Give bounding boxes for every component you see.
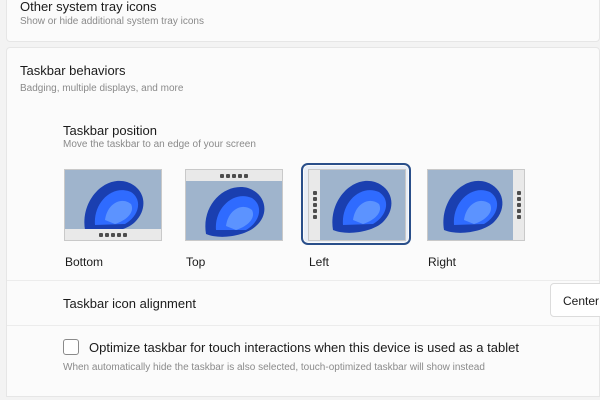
wallpaper-bloom-icon — [332, 180, 392, 233]
position-option-left-label: Left — [309, 255, 330, 269]
position-preview — [308, 169, 406, 241]
divider — [7, 325, 599, 326]
wallpaper-bloom-icon — [443, 180, 503, 233]
position-option-bottom[interactable] — [60, 166, 164, 242]
position-option-top-label: Top — [186, 255, 206, 269]
divider — [7, 280, 599, 281]
taskbar-position-title: Taskbar position — [63, 123, 157, 138]
touch-optimize-subtitle: When automatically hide the taskbar is a… — [63, 362, 485, 373]
position-option-left[interactable] — [301, 163, 411, 245]
touch-optimize-checkbox[interactable] — [63, 339, 79, 355]
other-system-tray-icons-row[interactable]: Other system tray icons Show or hide add… — [6, 0, 600, 42]
taskbar-alignment-dropdown[interactable]: Center — [550, 283, 600, 317]
position-preview — [427, 169, 525, 241]
taskbar-icon-alignment-label: Taskbar icon alignment — [63, 296, 196, 311]
taskbar-behaviors-panel: Taskbar position Move the taskbar to an … — [6, 106, 600, 397]
position-option-right-label: Right — [428, 255, 457, 269]
position-option-right[interactable] — [423, 166, 527, 242]
behaviors-title: Taskbar behaviors — [20, 63, 126, 78]
taskbar-behaviors-header[interactable]: Taskbar behaviors Badging, multiple disp… — [6, 47, 600, 107]
tray-title: Other system tray icons — [20, 0, 157, 14]
taskbar-position-subtitle: Move the taskbar to an edge of your scre… — [63, 139, 256, 150]
touch-optimize-label[interactable]: Optimize taskbar for touch interactions … — [89, 340, 519, 355]
settings-page: Other system tray icons Show or hide add… — [0, 0, 600, 400]
position-preview — [185, 169, 283, 241]
position-preview — [64, 169, 162, 241]
position-option-top[interactable] — [181, 166, 285, 242]
tray-subtitle: Show or hide additional system tray icon… — [20, 16, 204, 27]
taskbar-alignment-value: Center — [563, 294, 600, 308]
behaviors-subtitle: Badging, multiple displays, and more — [20, 83, 184, 94]
position-option-bottom-label: Bottom — [65, 255, 104, 269]
